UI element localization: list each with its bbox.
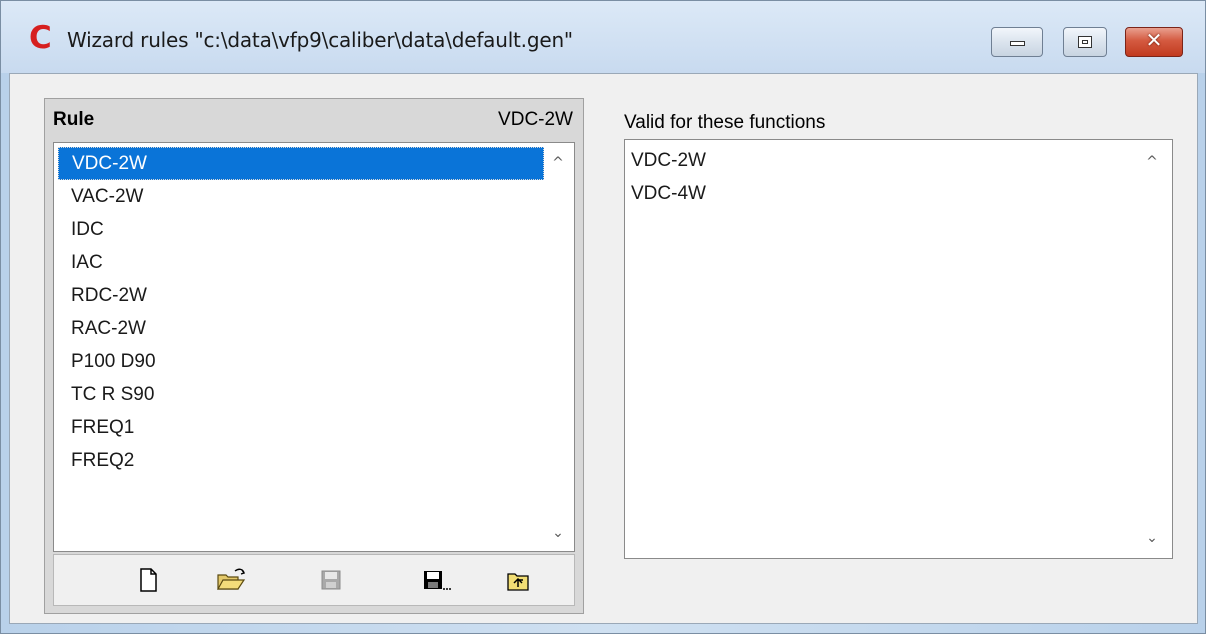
- app-logo-icon: C: [29, 20, 52, 56]
- scroll-up-icon[interactable]: ^: [550, 155, 566, 171]
- maximize-icon: [1078, 36, 1092, 48]
- open-rule-button[interactable]: [214, 565, 248, 595]
- minimize-icon: [1010, 41, 1025, 46]
- maximize-button[interactable]: [1063, 27, 1107, 57]
- close-button[interactable]: ✕: [1125, 27, 1183, 57]
- list-item[interactable]: FREQ1: [58, 411, 544, 444]
- export-icon: [507, 573, 529, 591]
- scroll-down-icon[interactable]: ⌄: [550, 525, 566, 541]
- new-rule-button[interactable]: [131, 565, 165, 595]
- close-icon: ✕: [1145, 28, 1163, 52]
- rule-list[interactable]: VDC-2W VAC-2W IDC IAC RDC-2W RAC-2W P100…: [53, 142, 575, 552]
- valid-functions-list[interactable]: VDC-2W VDC-4W ^ ⌄: [624, 139, 1173, 559]
- list-item[interactable]: VDC-4W: [631, 177, 706, 210]
- scroll-down-icon[interactable]: ⌄: [1144, 530, 1160, 546]
- new-icon: [140, 568, 157, 592]
- save-as-icon: [424, 571, 451, 590]
- list-item[interactable]: FREQ2: [58, 444, 544, 477]
- open-folder-icon: [216, 568, 246, 590]
- list-item[interactable]: RAC-2W: [58, 312, 544, 345]
- save-rule-button[interactable]: [314, 565, 348, 595]
- export-rule-button[interactable]: [501, 565, 535, 595]
- dialog-body: Rule VDC-2W VDC-2W VAC-2W IDC IAC RDC-2W…: [9, 73, 1198, 624]
- list-item[interactable]: P100 D90: [58, 345, 544, 378]
- window-title: Wizard rules "c:\data\vfp9\caliber\data\…: [67, 28, 573, 52]
- title-bar[interactable]: C Wizard rules "c:\data\vfp9\caliber\dat…: [1, 1, 1205, 73]
- scroll-up-icon[interactable]: ^: [1144, 154, 1160, 170]
- save-icon: [321, 570, 341, 590]
- current-rule-value: VDC-2W: [498, 109, 573, 130]
- list-item[interactable]: VDC-2W: [631, 144, 706, 177]
- app-window: C Wizard rules "c:\data\vfp9\caliber\dat…: [0, 0, 1206, 634]
- list-item[interactable]: TC R S90: [58, 378, 544, 411]
- list-item[interactable]: VAC-2W: [58, 180, 544, 213]
- list-item[interactable]: VDC-2W: [58, 147, 544, 180]
- list-item[interactable]: IAC: [58, 246, 544, 279]
- list-item[interactable]: IDC: [58, 213, 544, 246]
- valid-functions-label: Valid for these functions: [624, 112, 826, 133]
- rule-toolbar: [53, 554, 575, 606]
- list-item[interactable]: RDC-2W: [58, 279, 544, 312]
- save-as-button[interactable]: [419, 565, 453, 595]
- rule-header-label: Rule: [53, 109, 95, 130]
- rule-panel: Rule VDC-2W VDC-2W VAC-2W IDC IAC RDC-2W…: [44, 98, 584, 614]
- minimize-button[interactable]: [991, 27, 1043, 57]
